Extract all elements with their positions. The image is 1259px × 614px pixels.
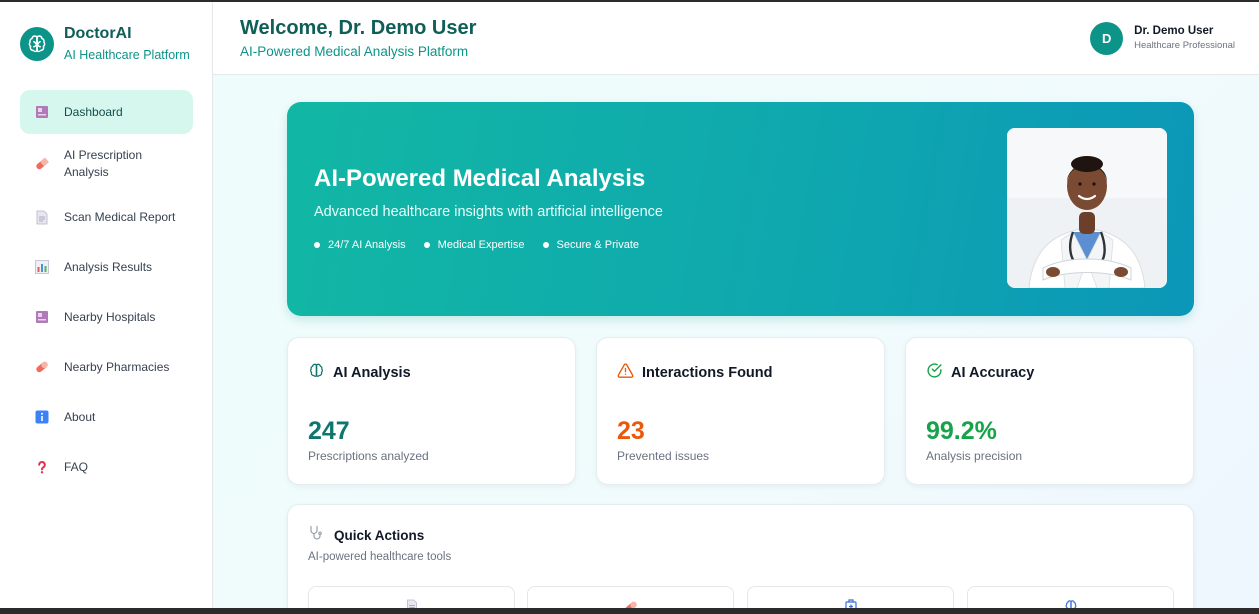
brand-name: DoctorAI bbox=[64, 25, 132, 42]
sidebar-item-label: FAQ bbox=[64, 459, 89, 474]
sidebar: DoctorAI AI Healthcare Platform Dashboar… bbox=[0, 2, 213, 608]
stethoscope-icon bbox=[308, 525, 322, 546]
sidebar-nav: Dashboard AI Prescription Analysis Scan … bbox=[20, 88, 193, 484]
sidebar-item-scan-report[interactable]: Scan Medical Report bbox=[20, 200, 193, 234]
brand[interactable]: DoctorAI AI Healthcare Platform bbox=[20, 24, 190, 64]
pill-icon bbox=[34, 156, 50, 172]
app-window: DoctorAI AI Healthcare Platform Dashboar… bbox=[0, 2, 1259, 608]
hero-feature: 24/7 AI Analysis bbox=[314, 239, 406, 251]
quick-action-hospitals[interactable] bbox=[747, 586, 954, 608]
quick-actions-panel: Quick Actions AI-powered healthcare tool… bbox=[287, 504, 1194, 608]
sidebar-item-label: Dashboard bbox=[64, 104, 123, 119]
dashboard-icon bbox=[34, 104, 50, 120]
quick-actions-subtitle: AI-powered healthcare tools bbox=[308, 551, 452, 563]
brain-icon bbox=[308, 362, 325, 384]
stat-value: 99.2% bbox=[926, 417, 997, 445]
quick-action-prescription[interactable] bbox=[527, 586, 734, 608]
quick-actions-title: Quick Actions bbox=[334, 528, 425, 543]
stat-title: AI Accuracy bbox=[951, 365, 1035, 381]
hero-banner: AI-Powered Medical Analysis Advanced hea… bbox=[287, 102, 1194, 316]
sidebar-item-ai-prescription[interactable]: AI Prescription Analysis bbox=[20, 142, 193, 186]
stat-card-interactions[interactable]: Interactions Found 23 Prevented issues bbox=[596, 337, 885, 485]
user-profile[interactable]: D Dr. Demo User Healthcare Professional bbox=[1090, 22, 1235, 55]
info-icon bbox=[34, 409, 50, 425]
quick-action-scan-report[interactable] bbox=[308, 586, 515, 608]
page-subtitle: AI-Powered Medical Analysis Platform bbox=[240, 44, 469, 59]
hero-subtitle: Advanced healthcare insights with artifi… bbox=[314, 204, 663, 220]
sidebar-item-label: AI Prescription Analysis bbox=[64, 148, 143, 179]
user-name: Dr. Demo User bbox=[1134, 25, 1214, 37]
bar-chart-icon bbox=[34, 259, 50, 275]
question-icon bbox=[34, 459, 50, 475]
hospital-icon bbox=[34, 309, 50, 325]
check-circle-icon bbox=[926, 362, 943, 384]
user-role: Healthcare Professional bbox=[1134, 40, 1235, 51]
main-content: AI-Powered Medical Analysis Advanced hea… bbox=[213, 75, 1259, 608]
top-header: Welcome, Dr. Demo User AI-Powered Medica… bbox=[213, 2, 1259, 75]
sidebar-item-faq[interactable]: FAQ bbox=[20, 450, 193, 484]
brand-subtitle: AI Healthcare Platform bbox=[64, 48, 190, 62]
doctor-photo bbox=[1007, 128, 1167, 288]
document-icon bbox=[34, 209, 50, 225]
page-title: Welcome, Dr. Demo User bbox=[240, 17, 477, 39]
stat-card-ai-analysis[interactable]: AI Analysis 247 Prescriptions analyzed bbox=[287, 337, 576, 485]
sidebar-item-nearby-hospitals[interactable]: Nearby Hospitals bbox=[20, 300, 193, 334]
stat-label: Prevented issues bbox=[617, 449, 710, 463]
brain-icon bbox=[1064, 599, 1078, 608]
sidebar-item-analysis-results[interactable]: Analysis Results bbox=[20, 250, 193, 284]
sidebar-item-label: About bbox=[64, 409, 96, 424]
stat-card-accuracy[interactable]: AI Accuracy 99.2% Analysis precision bbox=[905, 337, 1194, 485]
hero-feature: Secure & Private bbox=[542, 239, 639, 251]
brain-icon bbox=[20, 27, 54, 61]
sidebar-item-label: Analysis Results bbox=[64, 259, 153, 274]
stat-title: AI Analysis bbox=[333, 365, 411, 381]
sidebar-item-about[interactable]: About bbox=[20, 400, 193, 434]
avatar[interactable]: D bbox=[1090, 22, 1124, 55]
hero-title: AI-Powered Medical Analysis bbox=[314, 165, 646, 192]
sidebar-item-nearby-pharmacies[interactable]: Nearby Pharmacies bbox=[20, 350, 193, 384]
pill-icon bbox=[623, 599, 639, 608]
document-icon bbox=[405, 599, 418, 608]
quick-action-ai-analysis[interactable] bbox=[967, 586, 1174, 608]
sidebar-item-label: Scan Medical Report bbox=[64, 209, 176, 224]
sidebar-item-dashboard[interactable]: Dashboard bbox=[20, 90, 193, 134]
sidebar-item-label: Nearby Pharmacies bbox=[64, 359, 170, 374]
warning-icon bbox=[617, 362, 634, 384]
stat-label: Prescriptions analyzed bbox=[308, 449, 429, 463]
hospital-icon bbox=[844, 599, 858, 608]
stat-value: 23 bbox=[617, 417, 645, 445]
stats-cards: AI Analysis 247 Prescriptions analyzed I… bbox=[287, 337, 1194, 485]
pill-icon bbox=[34, 359, 50, 375]
hero-feature: Medical Expertise bbox=[423, 239, 525, 251]
stat-label: Analysis precision bbox=[926, 449, 1023, 463]
sidebar-item-label: Nearby Hospitals bbox=[64, 309, 156, 324]
stat-title: Interactions Found bbox=[642, 365, 773, 381]
stat-value: 247 bbox=[308, 417, 350, 445]
hero-features: 24/7 AI Analysis Medical Expertise Secur… bbox=[314, 239, 657, 251]
